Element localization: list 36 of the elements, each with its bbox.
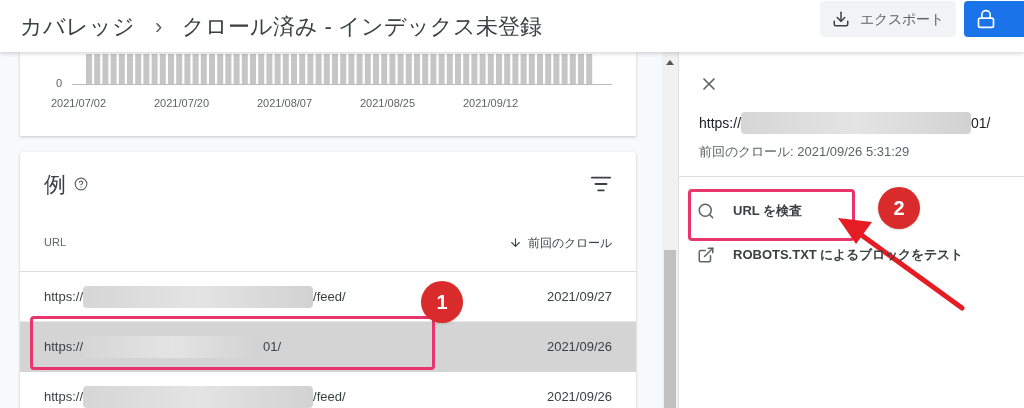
url-text: https:// <box>699 113 742 133</box>
external-link-icon <box>697 245 715 264</box>
axis-label: 2021/07/02 <box>51 96 108 111</box>
url-text: https:// <box>44 338 84 357</box>
date-cell-text: 2021/09/26 <box>546 387 612 406</box>
table-row[interactable]: https:// 01/ 2021/09/26 <box>20 322 636 372</box>
last-crawl-text: 前回のクロール: 2021/09/26 5:31:29 <box>699 143 911 161</box>
url-text: /feed/ <box>313 287 346 306</box>
axis-label: 2021/08/07 <box>257 96 314 111</box>
url-text: 01/ <box>971 113 991 133</box>
axis-label: 2021/09/12 <box>463 96 520 111</box>
breadcrumb-link[interactable]: カバレッジ <box>20 9 135 43</box>
breadcrumb-separator: › <box>155 12 163 41</box>
download-icon <box>832 10 850 28</box>
share-button[interactable] <box>964 1 1024 37</box>
export-button[interactable]: エクスポート <box>820 1 956 37</box>
date-cell-text: 2021/09/27 <box>546 287 612 306</box>
column-header[interactable]: URL <box>44 234 66 251</box>
help-icon[interactable] <box>74 177 88 191</box>
page-title: クロール済み - インデックス未登録 <box>182 12 542 41</box>
table-row[interactable]: https:// /feed/ 2021/09/26 <box>20 372 636 408</box>
lock-icon <box>976 9 996 29</box>
date-cell-text: 2021/09/26 <box>546 338 612 357</box>
axis-label: 2021/07/20 <box>154 96 211 111</box>
axis-label: 2021/08/25 <box>360 96 417 111</box>
url-text: /feed/ <box>313 387 346 406</box>
column-header[interactable]: 前回のクロール <box>528 233 612 252</box>
sort-arrow-icon <box>509 236 522 249</box>
url-text: 01/ <box>263 338 282 357</box>
action-link[interactable]: URL を検査 <box>697 188 803 233</box>
search-icon <box>697 201 715 220</box>
scrollbar-thumb[interactable] <box>664 250 676 408</box>
url-text: https:// <box>44 287 84 306</box>
url-text: https:// <box>44 387 84 406</box>
card-title: 例 <box>44 170 66 199</box>
axis-label: 0 <box>56 78 63 89</box>
